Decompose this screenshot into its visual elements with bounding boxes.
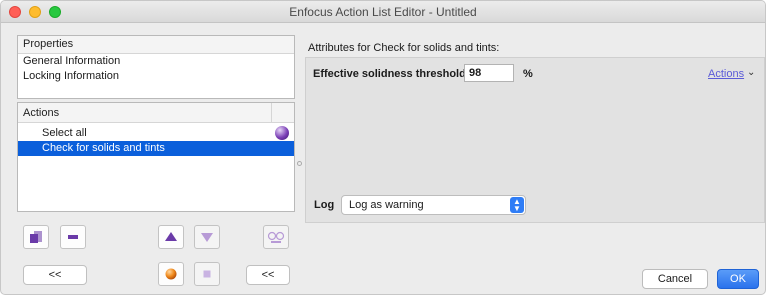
select-stepper-icon: ▲ ▼ [510, 197, 524, 213]
action-item-select-all[interactable]: Select all [18, 126, 294, 141]
action-item-check-solids[interactable]: Check for solids and tints [18, 141, 294, 156]
purple-sphere-icon [275, 126, 289, 140]
actions-list: Actions Select all Check for solids and … [17, 102, 295, 212]
view-button[interactable] [263, 225, 289, 249]
minus-icon [68, 235, 78, 239]
stop-square-icon [203, 270, 211, 278]
ok-button[interactable]: OK [717, 269, 759, 289]
action-item-label: Select all [42, 127, 87, 139]
actions-header-label: Actions [23, 107, 60, 119]
actions-header: Actions [18, 103, 294, 123]
threshold-unit: % [523, 68, 533, 80]
title-bar: Enfocus Action List Editor - Untitled [1, 1, 765, 23]
move-up-button[interactable] [158, 225, 184, 249]
remove-action-button[interactable] [60, 225, 86, 249]
collapse-right-button[interactable]: << [246, 265, 290, 285]
attributes-title: Attributes for Check for solids and tint… [308, 42, 500, 54]
collapse-left-button[interactable]: << [23, 265, 87, 285]
properties-header: Properties [18, 36, 294, 54]
properties-list: Properties General Information Locking I… [17, 35, 295, 99]
properties-item-locking[interactable]: Locking Information [18, 69, 294, 84]
run-button[interactable] [158, 262, 184, 286]
column-divider [271, 103, 272, 122]
stop-button[interactable] [194, 262, 220, 286]
log-label: Log [314, 199, 335, 211]
splitter-handle[interactable] [297, 161, 302, 166]
orange-dot-icon [165, 268, 177, 280]
threshold-label: Effective solidness threshold [313, 68, 466, 80]
add-action-icon [30, 231, 42, 243]
properties-item-general[interactable]: General Information [18, 54, 294, 69]
action-item-label: Check for solids and tints [42, 142, 165, 154]
add-action-button[interactable] [23, 225, 49, 249]
cancel-button[interactable]: Cancel [642, 269, 708, 289]
move-down-button[interactable] [194, 225, 220, 249]
actions-menu-link[interactable]: Actions [708, 68, 744, 80]
triangle-up-icon [165, 232, 177, 241]
triangle-down-icon [201, 233, 213, 242]
editor-window: Enfocus Action List Editor - Untitled Pr… [0, 0, 766, 295]
log-select-value: Log as warning [349, 199, 424, 211]
glasses-icon [267, 231, 285, 243]
window-title: Enfocus Action List Editor - Untitled [289, 5, 477, 19]
threshold-input[interactable]: 98 [464, 64, 514, 82]
log-select[interactable]: Log as warning ▲ ▼ [341, 195, 526, 215]
chevron-down-icon[interactable]: ⌄ [747, 67, 755, 78]
